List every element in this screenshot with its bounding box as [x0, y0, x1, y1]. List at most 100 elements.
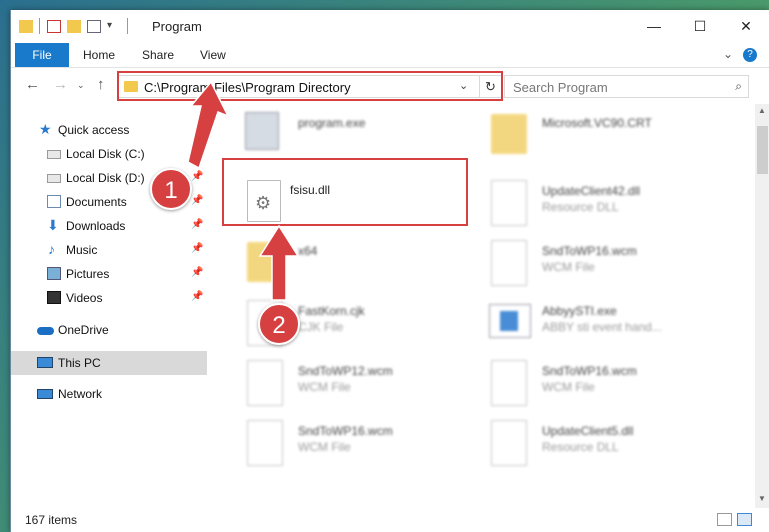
file-name: SndToWP16.wcm: [542, 364, 637, 378]
file-name: UpdateClient5.dll: [542, 424, 634, 438]
list-item[interactable]: SndToWP16.wcm WCM File: [479, 236, 709, 296]
list-item[interactable]: SndToWP16.wcm WCM File: [235, 416, 465, 476]
star-icon: ★: [39, 121, 52, 137]
title-bar: ▾ Program — ☐ ✕: [11, 10, 769, 42]
sidebar-item-label: This PC: [58, 356, 101, 370]
network-icon: [37, 389, 53, 399]
sidebar-item-quick-access[interactable]: ★ Quick access: [11, 118, 207, 142]
pin-icon[interactable]: 📌: [191, 195, 203, 206]
file-icon: [491, 240, 527, 286]
program-exe-icon: [245, 112, 279, 150]
expand-ribbon-icon[interactable]: ⌄: [723, 47, 733, 61]
file-name: SndToWP16.wcm: [298, 424, 393, 438]
dll-gear-icon: [491, 180, 527, 226]
scrollbar-thumb[interactable]: [757, 126, 768, 174]
file-type: WCM File: [542, 380, 595, 394]
minimize-icon[interactable]: —: [631, 10, 677, 42]
sidebar-item-label: Music: [66, 243, 98, 257]
sidebar-item-music[interactable]: ♪ Music 📌: [11, 238, 207, 262]
list-item[interactable]: UpdateClient5.dll Resource DLL: [479, 416, 709, 476]
list-item[interactable]: x64: [235, 236, 465, 296]
tab-share[interactable]: Share: [142, 48, 174, 62]
sidebar-item-label: OneDrive: [58, 323, 109, 337]
toolbar-dropdown-icon[interactable]: ▾: [107, 20, 112, 36]
file-type: WCM File: [298, 380, 351, 394]
forward-arrow-icon[interactable]: →: [53, 76, 68, 93]
list-item[interactable]: Microsoft.VC90.CRT: [479, 108, 709, 168]
new-folder-icon[interactable]: [67, 20, 81, 33]
sidebar-item-label: Network: [58, 387, 103, 401]
tab-file[interactable]: File: [15, 43, 69, 67]
details-view-icon[interactable]: [717, 513, 732, 526]
step-badge-2: 2: [258, 303, 300, 345]
back-arrow-icon[interactable]: ←: [25, 76, 40, 93]
sidebar-item-label: Local Disk (D:): [66, 171, 145, 185]
pin-icon[interactable]: 📌: [191, 243, 203, 254]
file-icon: [247, 420, 283, 466]
app-icon: [500, 311, 518, 331]
scroll-up-icon[interactable]: ▲: [758, 106, 766, 115]
dll-gear-icon: [491, 420, 527, 466]
pin-icon[interactable]: 📌: [191, 147, 203, 158]
drive-icon: [47, 150, 61, 159]
file-name: program.exe: [298, 116, 366, 130]
computer-icon: [37, 357, 53, 368]
file-name: AbbyySTI.exe: [542, 304, 617, 318]
file-type: WCM File: [298, 440, 351, 454]
exe-window-icon: [489, 304, 531, 338]
maximize-icon[interactable]: ☐: [677, 10, 723, 42]
file-icon: [247, 360, 283, 406]
sidebar-item-network[interactable]: Network: [11, 382, 207, 406]
separator: [39, 18, 40, 34]
list-item[interactable]: UpdateClient42.dll Resource DLL: [479, 176, 709, 236]
file-name: Microsoft.VC90.CRT: [542, 116, 652, 130]
drive-icon: [47, 174, 61, 183]
close-icon[interactable]: ✕: [723, 10, 769, 42]
sidebar-item-downloads[interactable]: ⬇ Downloads 📌: [11, 214, 207, 238]
list-item[interactable]: SndToWP16.wcm WCM File: [479, 356, 709, 416]
sidebar-item-onedrive[interactable]: OneDrive: [11, 318, 207, 342]
navigation-bar: ← → ⌄ ↑ C:\Program Files\Program Directo…: [11, 68, 769, 104]
pin-icon[interactable]: 📌: [191, 219, 203, 230]
tab-view[interactable]: View: [200, 48, 226, 62]
sidebar-item-this-pc[interactable]: This PC: [11, 351, 207, 375]
videos-icon: [47, 291, 61, 304]
file-name: x64: [298, 244, 318, 258]
separator: [127, 18, 128, 34]
ribbon-tabs: File Home Share View ⌄ ?: [11, 42, 769, 68]
vertical-scrollbar[interactable]: ▲ ▼: [755, 104, 769, 508]
sidebar-item-label: Pictures: [66, 267, 110, 281]
sidebar-item-label: Documents: [66, 195, 127, 209]
search-input[interactable]: Search Program ⌕: [504, 75, 749, 98]
help-icon[interactable]: ?: [743, 48, 757, 62]
sidebar-item-label: Videos: [66, 291, 103, 305]
file-name: SndToWP16.wcm: [542, 244, 637, 258]
cloud-icon: [37, 327, 54, 335]
documents-icon: [47, 195, 61, 208]
navigation-pane: ★ Quick access Local Disk (C:) 📌 Local D…: [11, 104, 207, 508]
up-arrow-icon[interactable]: ↑: [97, 76, 105, 93]
sidebar-item-local-disk-c[interactable]: Local Disk (C:) 📌: [11, 142, 207, 166]
window-title: Program: [152, 19, 202, 34]
scroll-down-icon[interactable]: ▼: [758, 494, 766, 503]
music-icon: ♪: [48, 241, 55, 257]
list-item[interactable]: SndToWP12.wcm WCM File: [235, 356, 465, 416]
tab-home[interactable]: Home: [83, 48, 115, 62]
recent-locations-icon[interactable]: ⌄: [77, 80, 85, 91]
address-highlight-box: [117, 71, 503, 101]
customize-toolbar-icon[interactable]: [87, 20, 101, 33]
sidebar-item-pictures[interactable]: Pictures 📌: [11, 262, 207, 286]
properties-icon[interactable]: [47, 20, 61, 33]
sidebar-item-videos[interactable]: Videos 📌: [11, 286, 207, 310]
file-name: UpdateClient42.dll: [542, 184, 641, 198]
file-type: CJK File: [298, 320, 344, 334]
list-item[interactable]: AbbyySTI.exe ABBY sti event hand...: [479, 296, 709, 356]
folder-icon: [247, 242, 283, 282]
search-icon[interactable]: ⌕: [735, 79, 742, 94]
pin-icon[interactable]: 📌: [191, 291, 203, 302]
file-type: Resource DLL: [542, 440, 619, 454]
pin-icon[interactable]: 📌: [191, 171, 203, 182]
large-icons-view-icon[interactable]: [737, 513, 752, 526]
status-bar: 167 items: [11, 508, 769, 532]
pin-icon[interactable]: 📌: [191, 267, 203, 278]
